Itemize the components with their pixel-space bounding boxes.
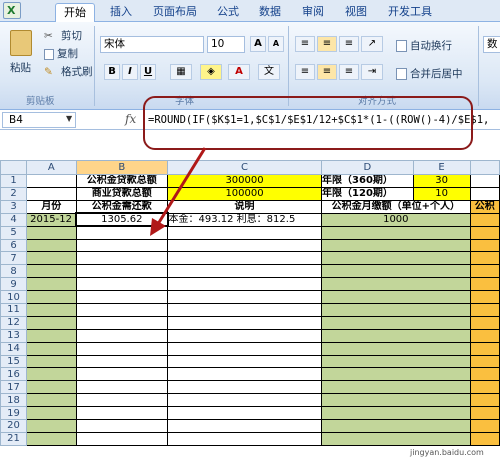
watermark-text: jingyan.baidu.com xyxy=(410,448,484,457)
annotation-arrow xyxy=(150,147,207,236)
